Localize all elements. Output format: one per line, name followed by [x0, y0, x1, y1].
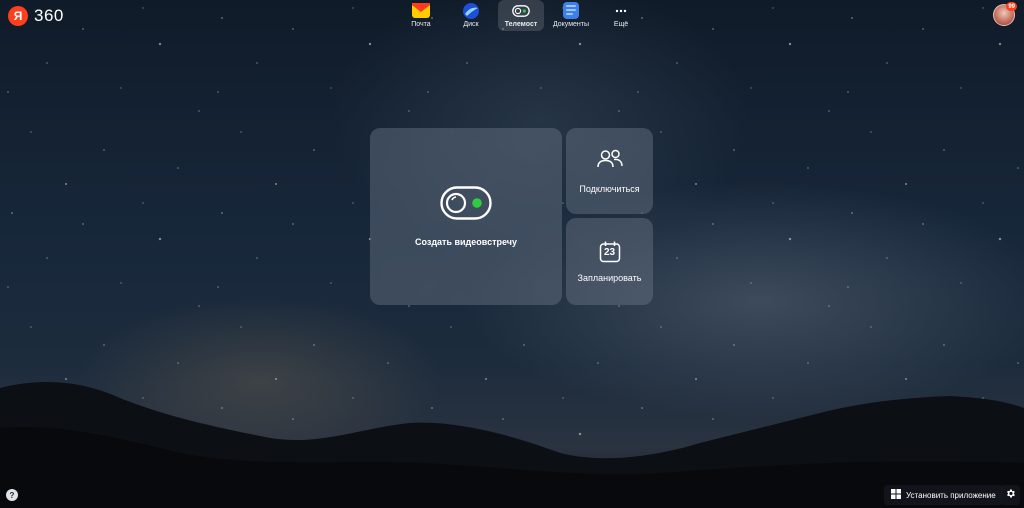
help-button[interactable]: ? — [6, 489, 18, 501]
app-mail-label: Почта — [411, 21, 431, 28]
app-disk-label: Диск — [463, 21, 479, 28]
notification-badge: 99 — [1006, 2, 1017, 11]
app-mail[interactable]: Почта — [398, 0, 444, 31]
mail-icon — [412, 2, 430, 19]
create-meeting-card[interactable]: Создать видеовстречу — [370, 128, 562, 305]
app-telemost[interactable]: Телемост — [498, 0, 544, 31]
yandex-360-logo[interactable]: Я 360 — [8, 6, 64, 26]
schedule-meeting-card[interactable]: 23 Запланировать — [566, 218, 653, 305]
yandex-logo-icon: Я — [8, 6, 28, 26]
install-app-label: Установить приложение — [906, 490, 996, 500]
app-documents[interactable]: Документы — [548, 0, 594, 31]
calendar-icon: 23 — [599, 241, 621, 263]
logo-text: 360 — [34, 6, 64, 25]
windows-icon — [891, 486, 901, 504]
settings-button[interactable] — [1000, 485, 1020, 505]
calendar-day-number: 23 — [603, 246, 616, 258]
create-meeting-label: Создать видеовстречу — [414, 237, 518, 247]
join-meeting-card[interactable]: Подключиться — [566, 128, 653, 214]
documents-icon — [562, 2, 580, 19]
app-switcher: Почта Диск Телемост Документы Ещё — [398, 0, 644, 31]
app-disk[interactable]: Диск — [448, 0, 494, 31]
install-app-button[interactable]: Установить приложение — [884, 485, 1003, 505]
join-meeting-label: Подключиться — [579, 183, 640, 194]
people-icon — [596, 149, 623, 174]
background-mountains — [0, 382, 1024, 508]
camera-toggle-icon — [440, 186, 492, 225]
app-more-label: Ещё — [613, 21, 629, 28]
app-telemost-label: Телемост — [504, 21, 538, 28]
more-icon — [612, 2, 630, 19]
schedule-meeting-label: Запланировать — [577, 272, 642, 283]
telemost-icon — [512, 2, 530, 19]
app-documents-label: Документы — [552, 21, 590, 28]
gear-icon — [1005, 486, 1016, 504]
app-more[interactable]: Ещё — [598, 0, 644, 31]
disk-icon — [462, 2, 480, 19]
user-avatar[interactable]: 99 — [993, 2, 1017, 26]
